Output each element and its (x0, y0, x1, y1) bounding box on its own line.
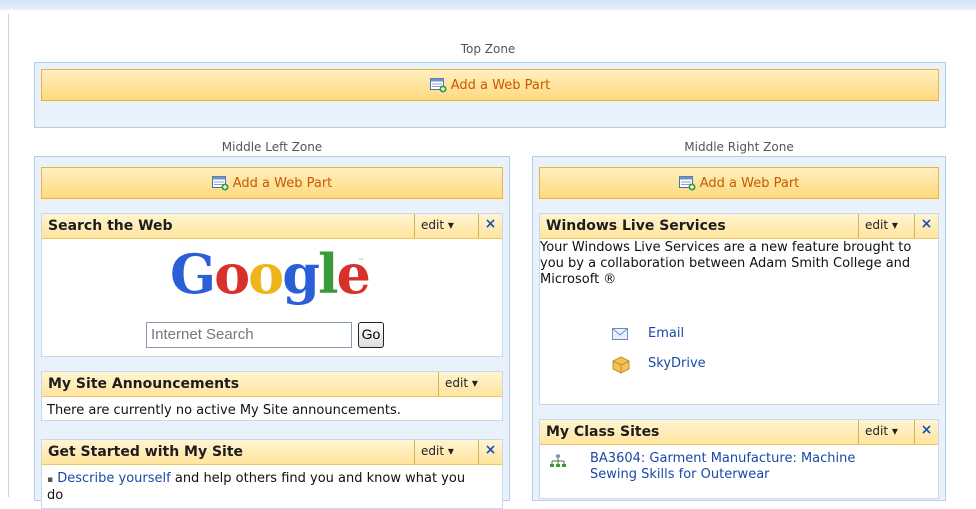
class-site-line1: BA3604: Garment Manufacture: Machine (590, 451, 856, 466)
describe-yourself-link[interactable]: Describe yourself (57, 471, 170, 486)
add-web-part-icon (429, 77, 447, 93)
top-zone: Add a Web Part (34, 62, 946, 128)
class-sites-part: My Class Sites edit ▾ × BA3604: Garment … (539, 419, 939, 499)
get-started-title: Get Started with My Site (48, 444, 244, 460)
class-site-link[interactable]: BA3604: Garment Manufacture: Machine Sew… (590, 451, 930, 483)
top-zone-label: Top Zone (460, 42, 516, 56)
announcements-header: My Site Announcements edit ▾ (42, 372, 502, 397)
windows-live-description: Your Windows Live Services are a new fea… (540, 240, 912, 287)
class-sites-header: My Class Sites edit ▾ × (540, 420, 938, 445)
bullet-icon: ▪ (47, 475, 54, 485)
announcements-part: My Site Announcements edit ▾ There are c… (41, 371, 503, 421)
internet-search-input[interactable]: Internet Search (146, 322, 352, 348)
windows-live-edit-button[interactable]: edit ▾ (858, 214, 904, 238)
windows-live-close-button[interactable]: × (914, 214, 938, 238)
email-link[interactable]: Email (648, 326, 684, 341)
google-logo: Google (170, 242, 371, 306)
envelope-icon (612, 328, 628, 344)
go-button[interactable]: Go (358, 322, 384, 348)
top-add-web-part-label: Add a Web Part (450, 77, 551, 93)
middle-right-zone: Add a Web Part Windows Live Services edi… (532, 156, 946, 501)
get-started-text: ▪ Describe yourself and help others find… (47, 471, 467, 504)
top-add-web-part-button[interactable]: Add a Web Part (41, 69, 939, 101)
middle-left-add-web-part-button[interactable]: Add a Web Part (41, 167, 503, 199)
search-the-web-title: Search the Web (48, 218, 173, 234)
get-started-header: Get Started with My Site edit ▾ × (42, 440, 502, 465)
package-icon (612, 356, 630, 378)
middle-left-add-web-part-label: Add a Web Part (232, 175, 333, 191)
get-started-edit-button[interactable]: edit ▾ (414, 440, 460, 464)
windows-live-header: Windows Live Services edit ▾ × (540, 214, 938, 239)
add-web-part-icon (678, 175, 696, 191)
windows-live-part: Windows Live Services edit ▾ × Your Wind… (539, 213, 939, 405)
search-the-web-edit-button[interactable]: edit ▾ (414, 214, 460, 238)
middle-right-add-web-part-button[interactable]: Add a Web Part (539, 167, 939, 199)
class-sites-title: My Class Sites (546, 424, 660, 440)
add-web-part-icon (211, 175, 229, 191)
class-sites-edit-button[interactable]: edit ▾ (858, 420, 904, 444)
windows-live-title: Windows Live Services (546, 218, 726, 234)
middle-right-add-web-part-label: Add a Web Part (699, 175, 800, 191)
announcements-edit-button[interactable]: edit ▾ (438, 372, 484, 396)
middle-left-zone-label: Middle Left Zone (221, 140, 323, 154)
class-sites-close-button[interactable]: × (914, 420, 938, 444)
get-started-close-button[interactable]: × (478, 440, 502, 464)
google-trademark: ™ (358, 258, 364, 265)
left-border-line (8, 14, 9, 497)
middle-left-zone: Add a Web Part Search the Web edit ▾ × G… (34, 156, 510, 509)
middle-right-zone-label: Middle Right Zone (684, 140, 794, 154)
announcements-text: There are currently no active My Site an… (47, 403, 401, 418)
top-gradient-bar (0, 0, 976, 10)
skydrive-link[interactable]: SkyDrive (648, 356, 706, 371)
get-started-part: Get Started with My Site edit ▾ × ▪ Desc… (41, 439, 503, 509)
search-the-web-close-button[interactable]: × (478, 214, 502, 238)
class-site-line2: Sewing Skills for Outerwear (590, 467, 770, 482)
announcements-title: My Site Announcements (48, 376, 240, 392)
search-the-web-header: Search the Web edit ▾ × (42, 214, 502, 239)
site-hierarchy-icon (550, 454, 566, 472)
search-the-web-part: Search the Web edit ▾ × Google ™ Interne… (41, 213, 503, 357)
